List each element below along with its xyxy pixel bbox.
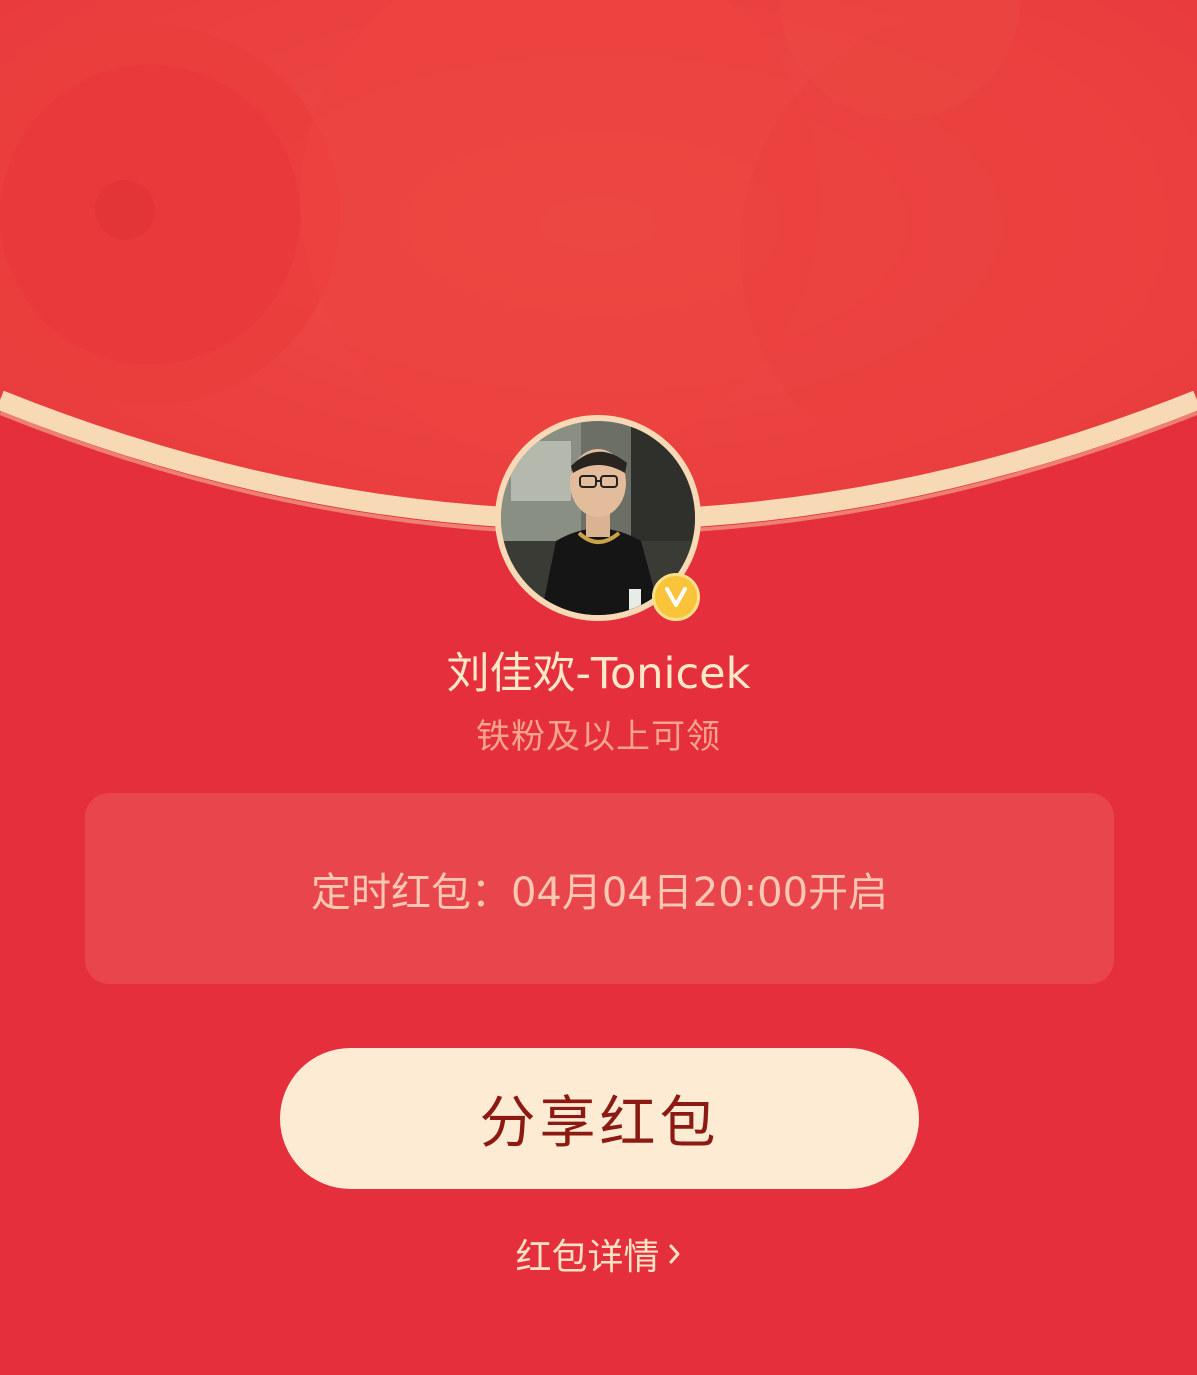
verified-v-icon — [652, 573, 700, 621]
details-link-label: 红包详情 — [515, 1237, 660, 1278]
share-button-label: 分享红包 — [479, 1091, 720, 1154]
red-packet-page: 刘佳欢-Tonicek 铁粉及以上可领 定时红包：04月04日20:00开启 分… — [0, 0, 1197, 1375]
share-red-packet-button[interactable]: 分享红包 — [280, 1048, 919, 1189]
username: 刘佳欢-Tonicek — [446, 649, 751, 699]
timer-text: 定时红包：04月04日20:00开启 — [310, 869, 889, 916]
red-packet-details-link[interactable]: 红包详情 — [0, 1228, 1197, 1280]
timer-card: 定时红包：04月04日20:00开启 — [85, 793, 1114, 984]
chevron-right-icon — [668, 1241, 682, 1267]
eligibility-note: 铁粉及以上可领 — [476, 717, 721, 757]
